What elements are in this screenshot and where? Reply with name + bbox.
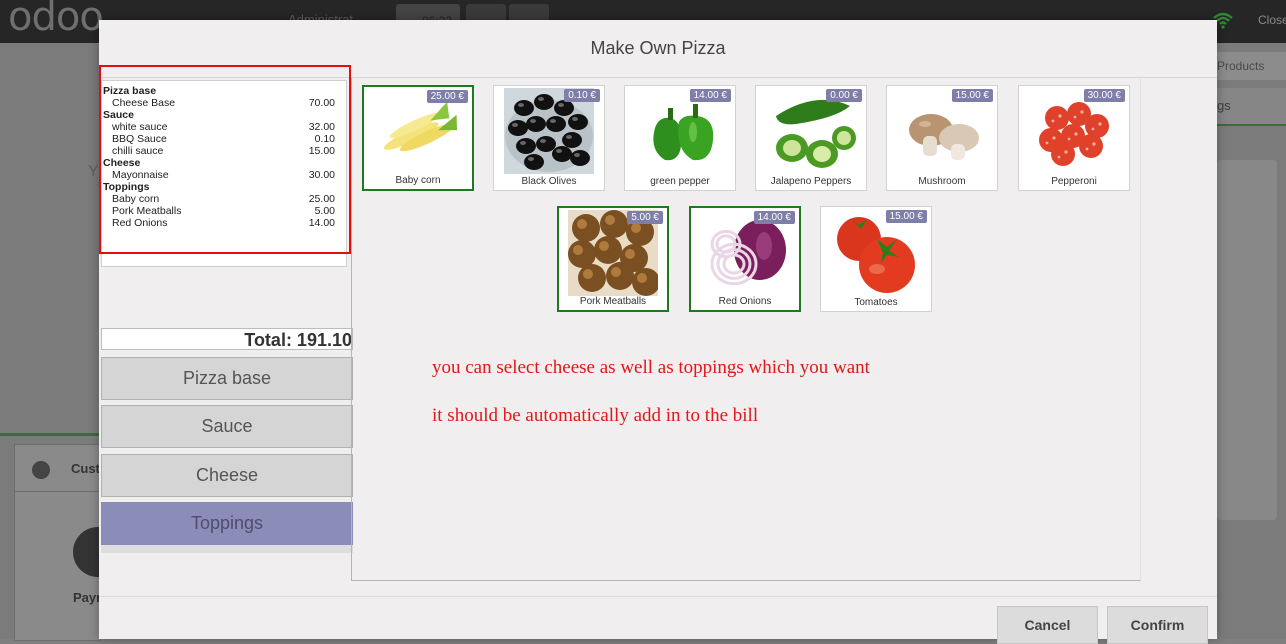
user-icon [32,461,50,479]
product-name: Pork Meatballs [579,296,647,307]
product-card[interactable]: 15.00 € Mushroom [886,85,998,191]
product-card[interactable]: 0.10 € Black Olives [493,85,605,191]
product-card[interactable]: 0.00 € Jalapeno Peppers [755,85,867,191]
divider [101,545,353,553]
price-badge: 5.00 € [627,211,663,224]
price-badge: 25.00 € [426,90,468,103]
total-bar: Total: 191.10 [101,328,353,350]
odoo-logo: odoo [8,0,104,40]
right-panel [1217,160,1277,520]
price-badge: 15.00 € [885,210,927,223]
dialog-footer: Cancel Confirm [99,596,1217,644]
total-amount: Total: 191.10 [244,330,352,350]
product-card[interactable]: 14.00 € Red Onions [689,206,801,312]
customer-panel: Cust Payn [14,444,123,641]
price-badge: 0.00 € [826,89,862,102]
product-name: Jalapeno Peppers [770,176,852,187]
dialog-title: Make Own Pizza [590,38,726,58]
category-toppings[interactable]: Toppings [101,502,353,545]
product-name: Baby corn [395,175,441,186]
settings-tab[interactable]: gs [1217,88,1286,126]
side-letter: Y [88,163,99,180]
product-name: Pepperoni [1051,176,1097,187]
product-name: Tomatoes [854,297,898,308]
category-sauce[interactable]: Sauce [101,405,353,448]
product-name: Mushroom [918,176,966,187]
price-badge: 14.00 € [689,89,731,102]
cancel-button[interactable]: Cancel [997,606,1098,644]
product-grid: 25.00 € Baby corn 0.10 € Black Olives 14.00 … [351,78,1141,581]
product-card[interactable]: 15.00 € Tomatoes [820,206,932,312]
price-badge: 15.00 € [951,89,993,102]
product-card[interactable]: 30.00 € Pepperoni [1018,85,1130,191]
annotation-note-1: you can select cheese as well as topping… [432,357,870,378]
category-cheese[interactable]: Cheese [101,454,353,497]
product-card[interactable]: 14.00 € green pepper [624,85,736,191]
price-badge: 14.00 € [753,211,795,224]
price-badge: 30.00 € [1083,89,1125,102]
product-name: Red Onions [718,296,772,307]
products-tab[interactable]: n Products [1207,52,1286,80]
price-badge: 0.10 € [564,89,600,102]
product-card[interactable]: 5.00 € Pork Meatballs [557,206,669,312]
product-name: Black Olives [521,176,577,187]
product-name: green pepper [650,176,710,187]
annotation-note-2: it should be automatically add in to the… [432,405,759,426]
customer-header[interactable]: Cust [15,445,100,492]
product-card[interactable]: 25.00 € Baby corn [362,85,474,191]
receipt-highlight [99,65,351,254]
customer-label: Cust [71,461,100,476]
category-pizza-base[interactable]: Pizza base [101,357,353,400]
divider [0,433,99,436]
make-own-pizza-dialog: Make Own Pizza Pizza base Cheese Base 70.0… [99,20,1217,644]
close-button[interactable]: Close [1258,13,1286,27]
confirm-button[interactable]: Confirm [1107,606,1208,644]
